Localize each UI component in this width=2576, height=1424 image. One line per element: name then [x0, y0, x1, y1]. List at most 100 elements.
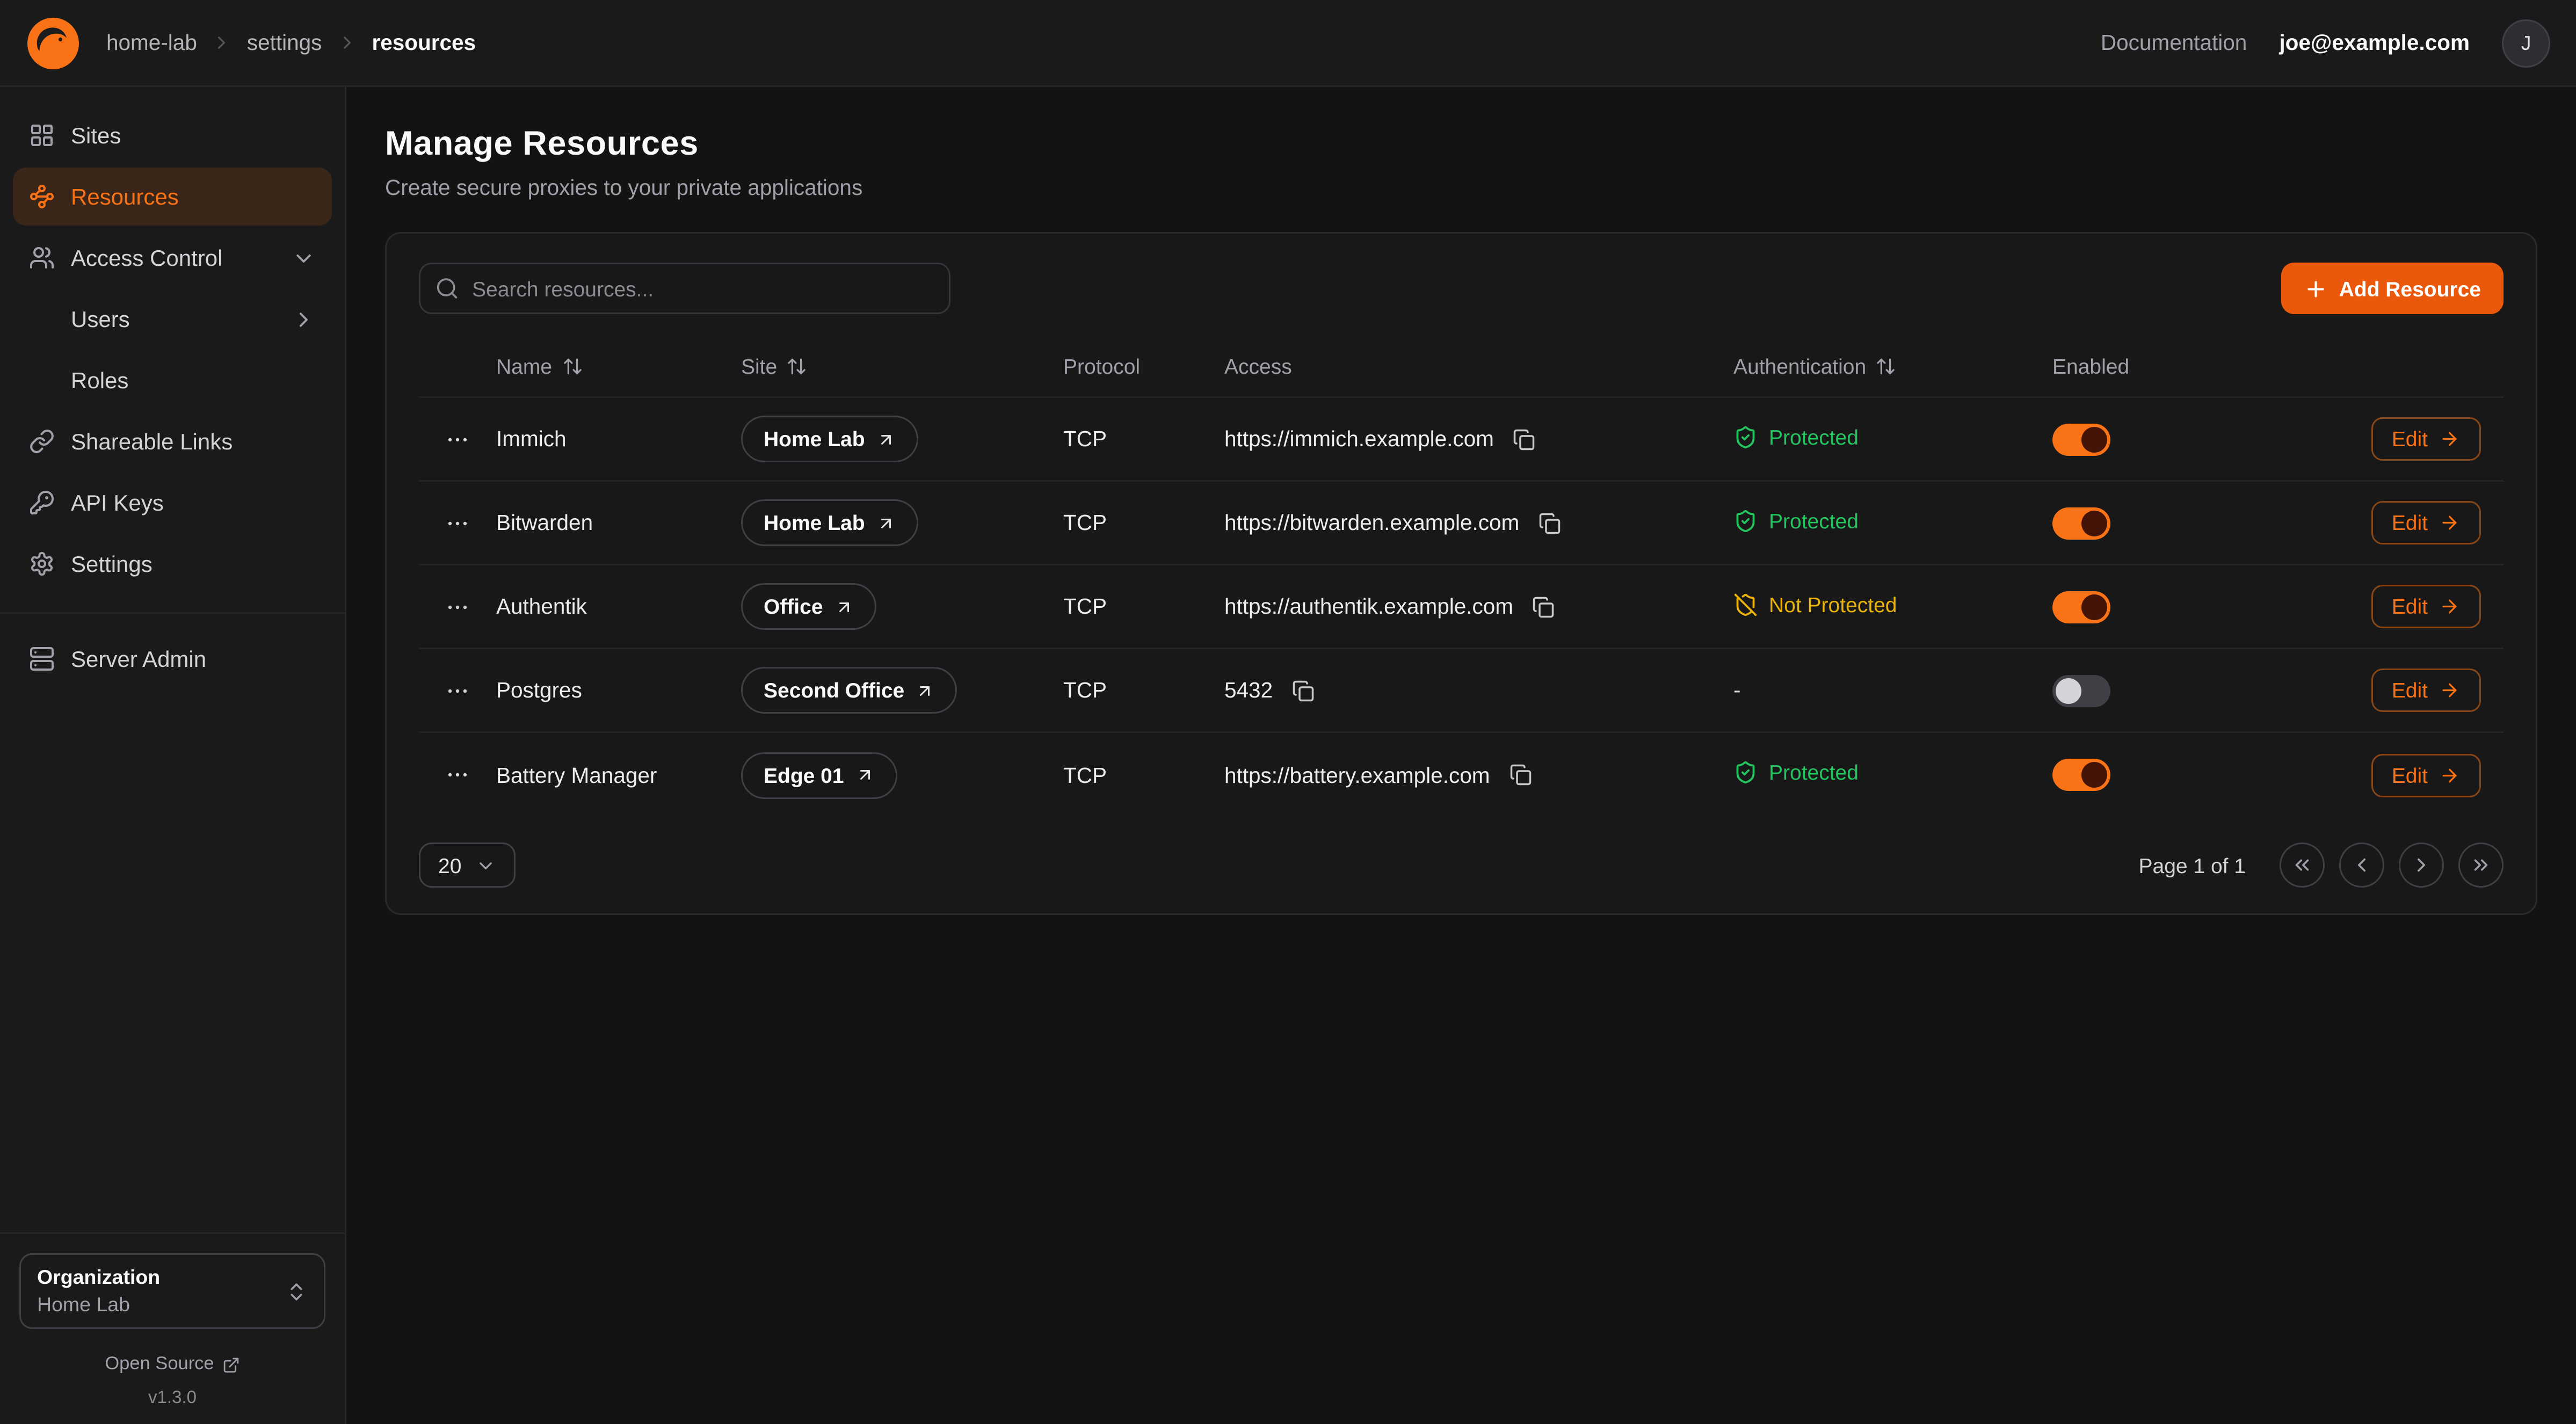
shield-check-icon: [1733, 760, 1758, 784]
table-header-row: Name Site Protocol Access Authentication: [419, 337, 2504, 398]
table-body: Immich Home Lab TCP https://immich.examp…: [419, 398, 2504, 817]
sidebar-item-label: Users: [71, 306, 130, 332]
open-source-link[interactable]: Open Source: [19, 1355, 325, 1374]
copy-icon[interactable]: [1510, 425, 1539, 454]
enabled-toggle[interactable]: [2052, 759, 2110, 791]
site-link[interactable]: Home Lab: [741, 416, 918, 462]
table-row: Postgres Second Office TCP 5432 - Edit: [419, 649, 2504, 733]
access-url: https://bitwarden.example.com: [1224, 511, 1519, 535]
organization-text: Organization Home Lab: [37, 1266, 272, 1316]
sidebar-item-access-control[interactable]: Access Control: [13, 229, 332, 287]
breadcrumb-settings[interactable]: settings: [247, 31, 322, 55]
organization-selector[interactable]: Organization Home Lab: [19, 1253, 325, 1329]
resource-name: Postgres: [496, 678, 741, 702]
documentation-link[interactable]: Documentation: [2101, 31, 2247, 55]
app-root: home-lab settings resources Documentatio…: [0, 0, 2576, 1424]
copy-icon[interactable]: [1535, 508, 1564, 537]
users-icon: [29, 245, 55, 271]
arrow-up-right-icon: [876, 513, 896, 533]
site-link[interactable]: Office: [741, 583, 876, 630]
sidebar-item-server-admin[interactable]: Server Admin: [13, 630, 332, 688]
sidebar-divider: [0, 612, 345, 614]
shell: Sites Resources Access Control Users Rol…: [0, 87, 2576, 1424]
sidebar-item-label: Sites: [71, 122, 121, 148]
app-version: v1.3.0: [19, 1389, 325, 1408]
header-protocol: Protocol: [1063, 354, 1224, 379]
first-page-button[interactable]: [2280, 842, 2325, 888]
sidebar-item-roles[interactable]: Roles: [13, 351, 332, 409]
chevron-down-icon: [476, 855, 497, 876]
resources-card: Add Resource Name Site: [385, 232, 2537, 915]
last-page-button[interactable]: [2458, 842, 2504, 888]
header-authentication: Authentication: [1733, 354, 2052, 379]
sidebar-item-resources[interactable]: Resources: [13, 168, 332, 226]
edit-button[interactable]: Edit: [2371, 669, 2481, 712]
sidebar-item-label: Server Admin: [71, 646, 206, 672]
edit-button[interactable]: Edit: [2371, 753, 2481, 797]
page-size-select[interactable]: 20: [419, 842, 516, 888]
row-menu-icon[interactable]: [438, 671, 477, 710]
site-link[interactable]: Edge 01: [741, 752, 897, 798]
resources-table: Name Site Protocol Access Authentication: [419, 337, 2504, 817]
table-row: Bitwarden Home Lab TCP https://bitwarden…: [419, 482, 2504, 565]
enabled-toggle[interactable]: [2052, 591, 2110, 623]
topbar: home-lab settings resources Documentatio…: [0, 0, 2576, 87]
row-menu-icon[interactable]: [438, 755, 477, 794]
site-link[interactable]: Second Office: [741, 667, 957, 714]
external-link-icon: [222, 1356, 240, 1374]
chevrons-up-down-icon: [285, 1280, 308, 1303]
site-link[interactable]: Home Lab: [741, 499, 918, 546]
user-email[interactable]: joe@example.com: [2279, 31, 2470, 55]
sort-authentication-icon[interactable]: [1876, 356, 1897, 377]
arrow-up-right-icon: [855, 765, 875, 784]
resource-name: Immich: [496, 427, 741, 451]
copy-icon[interactable]: [1529, 592, 1558, 621]
avatar[interactable]: J: [2502, 19, 2550, 67]
add-resource-button[interactable]: Add Resource: [2281, 263, 2504, 314]
sort-name-icon[interactable]: [562, 356, 583, 377]
arrow-right-icon: [2439, 512, 2460, 533]
sidebar-item-label: Settings: [71, 551, 153, 577]
enabled-toggle[interactable]: [2052, 674, 2110, 707]
copy-icon[interactable]: [1289, 676, 1318, 705]
search-icon: [435, 277, 459, 301]
search-input[interactable]: [419, 263, 950, 314]
pagination: Page 1 of 1: [2139, 842, 2504, 888]
shield-off-icon: [1733, 592, 1758, 616]
chevron-down-icon: [292, 246, 316, 270]
sidebar-item-label: Access Control: [71, 245, 222, 271]
sort-site-icon[interactable]: [787, 356, 808, 377]
plus-icon: [2304, 277, 2328, 301]
enabled-toggle[interactable]: [2052, 507, 2110, 539]
sidebar-item-api-keys[interactable]: API Keys: [13, 474, 332, 532]
prev-page-button[interactable]: [2339, 842, 2384, 888]
sidebar-item-settings[interactable]: Settings: [13, 535, 332, 593]
sidebar-item-shareable-links[interactable]: Shareable Links: [13, 412, 332, 470]
sidebar: Sites Resources Access Control Users Rol…: [0, 87, 346, 1424]
row-menu-icon[interactable]: [438, 420, 477, 459]
copy-icon[interactable]: [1506, 760, 1535, 789]
open-source-label: Open Source: [105, 1355, 214, 1374]
enabled-toggle[interactable]: [2052, 423, 2110, 455]
search-box: [419, 263, 950, 314]
edit-button[interactable]: Edit: [2371, 417, 2481, 461]
edit-button[interactable]: Edit: [2371, 501, 2481, 544]
sidebar-item-users[interactable]: Users: [13, 290, 332, 348]
header-name: Name: [496, 354, 741, 379]
page-title: Manage Resources: [385, 126, 2537, 164]
access-port: 5432: [1224, 678, 1273, 702]
arrow-right-icon: [2439, 680, 2460, 701]
table-row: Immich Home Lab TCP https://immich.examp…: [419, 398, 2504, 482]
edit-button[interactable]: Edit: [2371, 585, 2481, 628]
next-page-button[interactable]: [2399, 842, 2444, 888]
app-logo-icon[interactable]: [26, 16, 81, 70]
sidebar-bottom: Organization Home Lab Open Source v1.3.0: [0, 1232, 345, 1424]
row-menu-icon[interactable]: [438, 587, 477, 626]
chevron-right-icon: [336, 32, 357, 53]
sidebar-item-sites[interactable]: Sites: [13, 106, 332, 164]
row-menu-icon[interactable]: [438, 504, 477, 542]
protocol: TCP: [1063, 594, 1224, 619]
breadcrumb-org[interactable]: home-lab: [106, 31, 197, 55]
site-name: Home Lab: [764, 427, 865, 451]
protocol: TCP: [1063, 511, 1224, 535]
